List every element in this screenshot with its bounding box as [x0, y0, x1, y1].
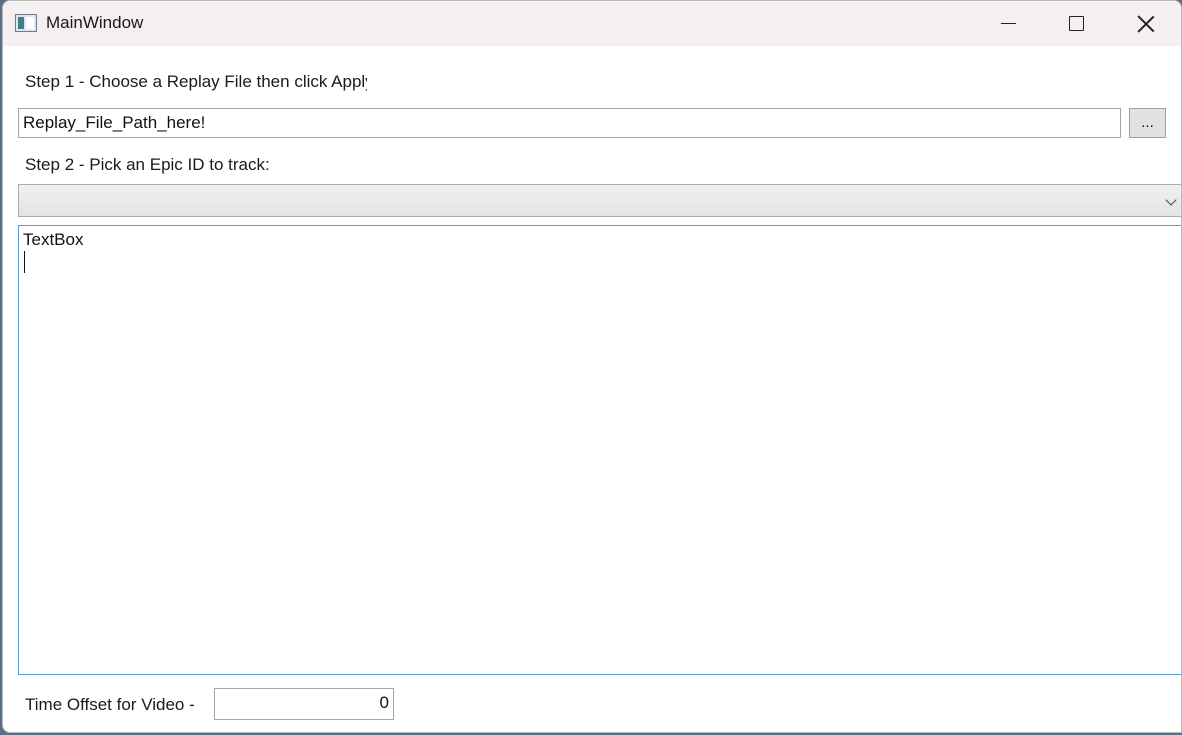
close-icon [1137, 15, 1155, 33]
close-button[interactable] [1111, 1, 1181, 46]
time-offset-input[interactable]: 0 [214, 688, 394, 720]
minimize-button[interactable] [973, 1, 1043, 46]
output-textbox[interactable]: TextBox [18, 225, 1181, 675]
epic-id-combobox[interactable] [18, 184, 1181, 217]
step2-label: Step 2 - Pick an Epic ID to track: [25, 155, 270, 174]
replay-file-path-input[interactable]: Replay_File_Path_here! [18, 108, 1121, 138]
window-title: MainWindow [46, 13, 144, 32]
text-caret [24, 251, 25, 273]
maximize-icon [1068, 16, 1084, 31]
title-bar[interactable]: MainWindow [3, 1, 1181, 46]
maximize-button[interactable] [1041, 1, 1111, 46]
output-text: TextBox [23, 230, 84, 249]
app-window-icon [15, 14, 37, 32]
time-offset-label: Time Offset for Video - [25, 695, 195, 714]
minimize-icon [1000, 23, 1016, 24]
chevron-down-icon[interactable] [1165, 194, 1177, 206]
main-window: MainWindow Step 1 - Choose a Replay File… [2, 0, 1182, 733]
step1-label: Step 1 - Choose a Replay File then click… [25, 72, 367, 91]
browse-button[interactable]: ... [1129, 108, 1166, 138]
